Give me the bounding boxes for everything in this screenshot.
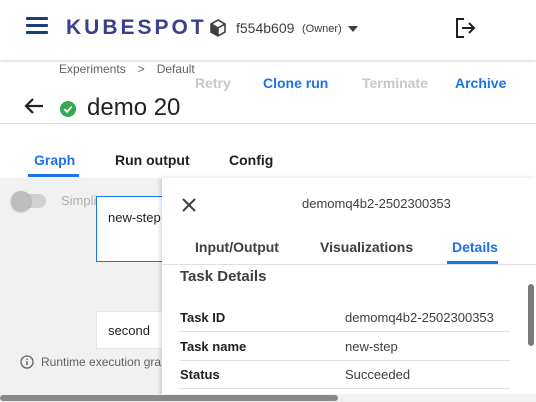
detail-key: Status bbox=[180, 367, 220, 382]
logout-icon[interactable] bbox=[454, 17, 478, 39]
horizontal-scrollbar-thumb[interactable] bbox=[0, 395, 338, 401]
breadcrumb: Experiments > Default bbox=[59, 62, 195, 76]
tab-input-output[interactable]: Input/Output bbox=[195, 239, 279, 255]
hamburger-menu-icon[interactable] bbox=[26, 17, 48, 35]
runtime-graph-note: Runtime execution gra bbox=[41, 355, 162, 369]
detail-value: new-step bbox=[345, 339, 398, 354]
namespace-selector[interactable]: f554b609 bbox=[236, 20, 294, 36]
app-bar: KUBESPOT f554b609 (Owner) bbox=[0, 0, 536, 60]
clone-run-button[interactable]: Clone run bbox=[263, 75, 328, 91]
info-icon bbox=[20, 355, 34, 369]
tab-graph[interactable]: Graph bbox=[34, 152, 75, 168]
arrow-left-icon[interactable] bbox=[24, 97, 44, 115]
tab-details[interactable]: Details bbox=[452, 239, 498, 255]
detail-value: demomq4b2-2502300353 bbox=[345, 310, 494, 325]
check-circle-icon bbox=[60, 101, 76, 117]
detail-row-task-name: Task name new-step bbox=[180, 333, 510, 361]
app-logo: KUBESPOT bbox=[66, 16, 207, 39]
tab-graph-indicator bbox=[28, 174, 79, 177]
detail-row-task-id: Task ID demomq4b2-2502300353 bbox=[180, 304, 510, 332]
section-title: Task Details bbox=[180, 268, 267, 285]
simplify-toggle-knob[interactable] bbox=[11, 191, 31, 211]
caret-down-icon[interactable] bbox=[348, 26, 358, 32]
terminate-button[interactable]: Terminate bbox=[362, 75, 428, 91]
tab-visualizations[interactable]: Visualizations bbox=[320, 239, 413, 255]
simplify-label: Simpli bbox=[61, 193, 97, 208]
close-icon[interactable] bbox=[181, 197, 197, 213]
node-details-panel: demomq4b2-2502300353 Input/Output Visual… bbox=[162, 178, 536, 402]
detail-key: Task name bbox=[180, 339, 247, 354]
breadcrumb-default[interactable]: Default bbox=[157, 62, 195, 76]
detail-row-status: Status Succeeded bbox=[180, 361, 510, 389]
page-title: demo 20 bbox=[87, 94, 181, 121]
breadcrumb-experiments[interactable]: Experiments bbox=[59, 62, 126, 76]
cube-icon bbox=[210, 19, 226, 37]
retry-button[interactable]: Retry bbox=[195, 75, 231, 91]
namespace-role: (Owner) bbox=[302, 23, 342, 35]
panel-scrollbar[interactable] bbox=[528, 284, 534, 346]
node-label: second bbox=[108, 322, 150, 338]
header-divider bbox=[0, 123, 536, 124]
detail-value: Succeeded bbox=[345, 367, 411, 382]
tab-run-output[interactable]: Run output bbox=[115, 152, 190, 168]
tab-config[interactable]: Config bbox=[229, 152, 273, 168]
breadcrumb-separator: > bbox=[137, 62, 145, 76]
panel-title: demomq4b2-2502300353 bbox=[302, 196, 451, 211]
node-label: new-step bbox=[108, 210, 161, 225]
detail-key: Task ID bbox=[180, 310, 226, 325]
panel-divider bbox=[162, 264, 536, 265]
archive-button[interactable]: Archive bbox=[455, 75, 506, 91]
